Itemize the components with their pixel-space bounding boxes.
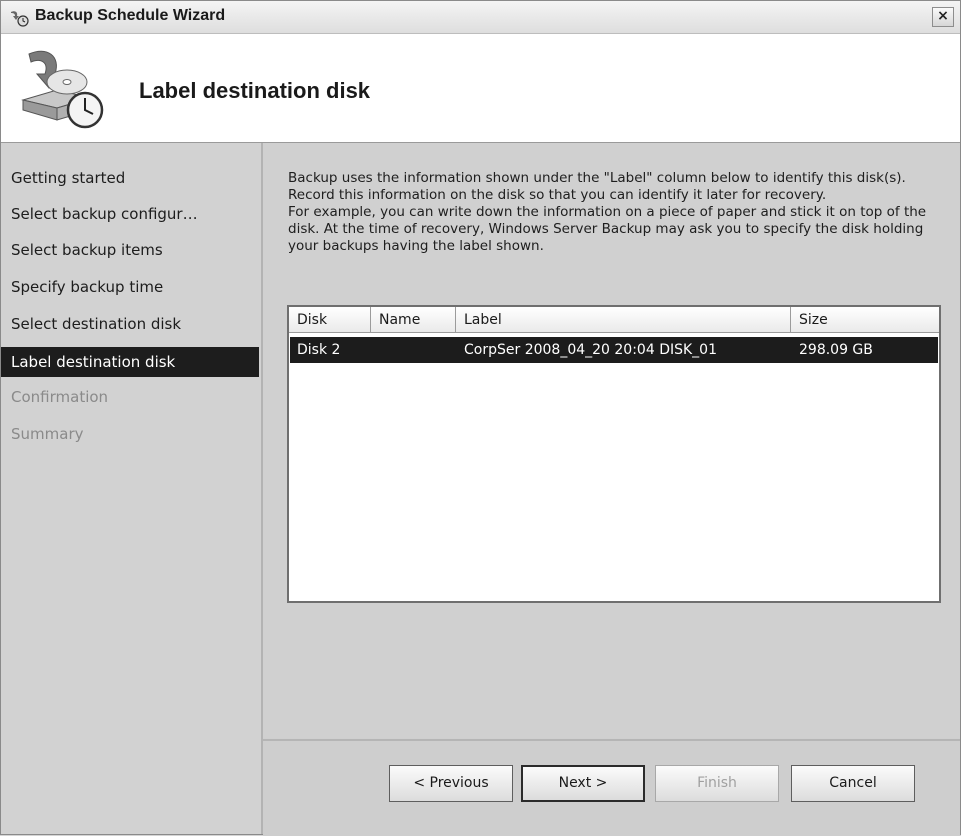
disk-label-table[interactable]: Disk Name Label Size Disk 2 CorpSer 2008… (287, 305, 941, 603)
column-header-disk[interactable]: Disk (289, 307, 371, 333)
step-select-backup-items[interactable]: Select backup items (1, 235, 259, 265)
previous-button[interactable]: < Previous (389, 765, 513, 802)
page-title: Label destination disk (139, 78, 371, 103)
step-getting-started[interactable]: Getting started (1, 163, 259, 193)
step-confirmation: Confirmation (11, 388, 109, 406)
window-title: Backup Schedule Wizard (35, 7, 226, 24)
cell-name (372, 337, 457, 363)
instructions-text: Backup uses the information shown under … (288, 170, 948, 255)
column-header-name[interactable]: Name (371, 307, 456, 333)
cancel-button[interactable]: Cancel (791, 765, 915, 802)
instructions-paragraph-2: For example, you can write down the info… (288, 204, 927, 254)
step-select-destination-disk[interactable]: Select destination disk (1, 309, 259, 339)
backup-app-icon (11, 11, 29, 27)
wizard-window: Backup Schedule Wizard × Label destinati… (0, 0, 961, 836)
next-button[interactable]: Next > (521, 765, 645, 802)
title-bar: Backup Schedule Wizard × (1, 1, 960, 34)
wizard-header: Label destination disk (1, 34, 960, 143)
step-specify-backup-time[interactable]: Specify backup time (1, 272, 259, 302)
table-header: Disk Name Label Size (289, 307, 939, 333)
finish-button: Finish (655, 765, 779, 802)
table-row[interactable]: Disk 2 CorpSer 2008_04_20 20:04 DISK_01 … (290, 337, 938, 363)
wizard-steps-nav: Getting started Select backup configur… … (1, 143, 263, 834)
backup-wizard-icon (21, 50, 104, 129)
cell-label: CorpSer 2008_04_20 20:04 DISK_01 (464, 342, 717, 358)
cell-size: 298.09 GB (799, 342, 873, 358)
column-header-size[interactable]: Size (791, 307, 939, 333)
instructions-paragraph-1: Backup uses the information shown under … (288, 170, 906, 203)
close-button[interactable]: × (932, 7, 954, 27)
step-select-backup-configuration[interactable]: Select backup configur… (1, 199, 259, 229)
button-bar: < Previous Next > Finish Cancel (263, 739, 960, 836)
step-summary: Summary (11, 425, 84, 443)
cell-disk: Disk 2 (297, 342, 341, 358)
step-label-destination-disk[interactable]: Label destination disk (1, 347, 259, 377)
column-header-label[interactable]: Label (456, 307, 791, 333)
